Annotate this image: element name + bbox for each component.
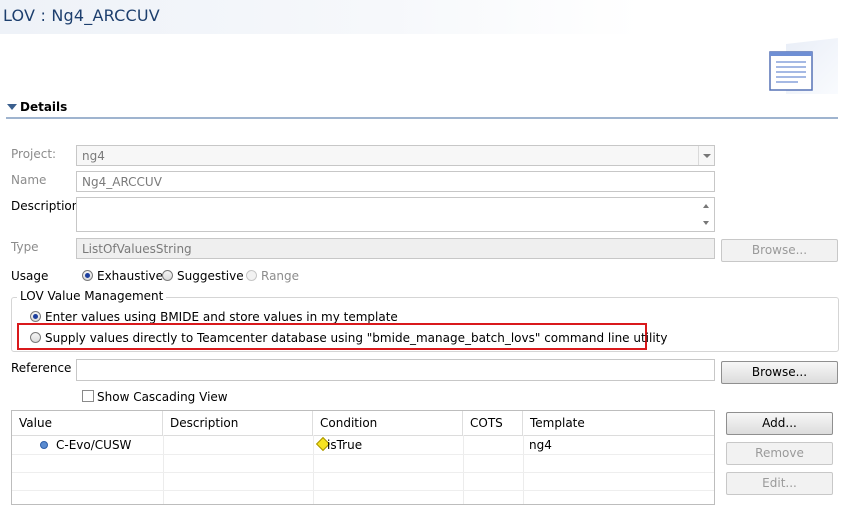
column-header-description[interactable]: Description	[163, 411, 313, 435]
reference-label: Reference	[11, 361, 72, 375]
project-label: Project:	[11, 147, 57, 161]
usage-range-radio[interactable]	[246, 270, 257, 281]
description-field[interactable]	[76, 197, 715, 232]
reference-field[interactable]	[76, 359, 715, 381]
supply-values-label[interactable]: Supply values directly to Teamcenter dat…	[45, 331, 668, 345]
description-scrollbar[interactable]	[698, 198, 714, 231]
column-header-value[interactable]: Value	[12, 411, 163, 435]
scroll-down-icon[interactable]	[703, 221, 709, 225]
value-bullet-icon	[40, 441, 48, 449]
type-browse-button[interactable]: Browse...	[721, 239, 838, 262]
reference-browse-button[interactable]: Browse...	[721, 361, 838, 384]
name-label: Name	[11, 173, 47, 187]
cell-value: C-Evo/CUSW	[56, 438, 132, 452]
column-header-condition[interactable]: Condition	[313, 411, 463, 435]
remove-button[interactable]: Remove	[726, 442, 833, 465]
description-label: Description	[11, 199, 80, 213]
usage-suggestive-radio[interactable]	[162, 270, 173, 281]
section-title[interactable]: Details	[20, 100, 67, 114]
show-cascading-checkbox[interactable]	[82, 390, 94, 402]
column-header-template[interactable]: Template	[523, 411, 714, 435]
show-cascading-label[interactable]: Show Cascading View	[97, 390, 228, 404]
page-title: LOV : Ng4_ARCCUV	[3, 6, 160, 25]
enter-values-radio[interactable]	[30, 311, 41, 322]
row-divider	[12, 454, 714, 455]
lov-values-table[interactable]: Value Description Condition COTS Templat…	[11, 410, 715, 505]
row-divider	[12, 472, 714, 473]
section-divider	[6, 117, 838, 119]
supply-values-radio[interactable]	[30, 332, 41, 343]
name-field[interactable]: Ng4_ARCCUV	[76, 171, 715, 192]
lov-value-management-title: LOV Value Management	[17, 289, 167, 303]
section-collapse-toggle[interactable]	[7, 104, 17, 110]
cell-condition: isTrue	[327, 438, 363, 452]
scroll-up-icon[interactable]	[703, 204, 709, 208]
cell-template: ng4	[529, 438, 552, 452]
list-document-icon	[768, 38, 838, 94]
usage-label: Usage	[11, 269, 49, 283]
column-header-cots[interactable]: COTS	[463, 411, 523, 435]
usage-exhaustive-radio[interactable]	[82, 270, 93, 281]
project-value: ng4	[82, 149, 105, 163]
usage-exhaustive-label[interactable]: Exhaustive	[97, 269, 163, 283]
row-divider	[12, 490, 714, 491]
enter-values-label[interactable]: Enter values using BMIDE and store value…	[45, 310, 398, 324]
chevron-down-icon[interactable]	[698, 146, 714, 165]
table-row[interactable]: C-Evo/CUSW isTrue ng4	[12, 436, 714, 454]
usage-range-label[interactable]: Range	[261, 269, 299, 283]
add-button[interactable]: Add...	[726, 412, 833, 435]
edit-button[interactable]: Edit...	[726, 472, 833, 495]
project-combo[interactable]: ng4	[76, 145, 715, 166]
usage-suggestive-label[interactable]: Suggestive	[177, 269, 244, 283]
type-field: ListOfValuesString	[76, 238, 715, 259]
type-label: Type	[11, 240, 39, 254]
